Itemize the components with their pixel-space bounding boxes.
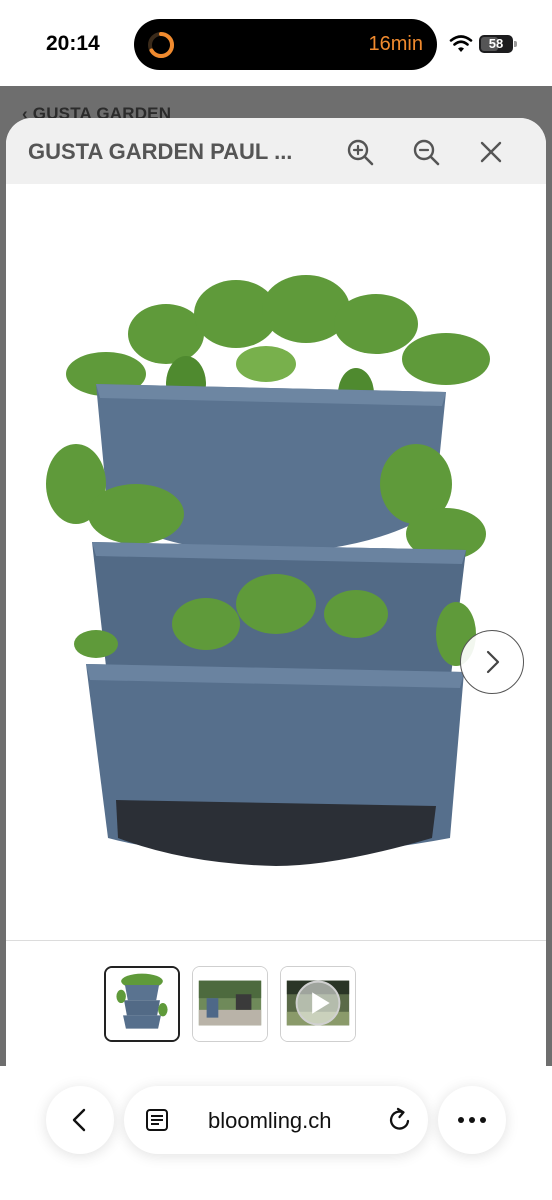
more-button[interactable]: [438, 1086, 506, 1154]
zoom-out-button[interactable]: [406, 132, 446, 172]
reload-icon[interactable]: [386, 1106, 414, 1134]
chevron-right-icon: [486, 650, 500, 674]
battery-level: 58: [488, 36, 504, 51]
activity-timer: 16min: [368, 33, 423, 55]
next-image-button[interactable]: [460, 630, 524, 694]
thumbnail-planter[interactable]: [104, 966, 180, 1042]
garden-scene-thumbnail-image: [193, 967, 267, 1041]
modal-header: GUSTA GARDEN PAUL ...: [6, 118, 546, 184]
zoom-in-icon: [347, 139, 374, 166]
address-bar[interactable]: bloomling.ch: [124, 1086, 428, 1154]
zoom-in-button[interactable]: [340, 132, 380, 172]
reader-mode-icon[interactable]: [144, 1107, 170, 1133]
video-thumbnail-image: [281, 967, 355, 1041]
image-stage[interactable]: [6, 184, 546, 940]
close-button[interactable]: [471, 132, 511, 172]
thumbnail-garden-scene[interactable]: [192, 966, 268, 1042]
battery-icon: 58: [479, 35, 513, 53]
browser-toolbar: bloomling.ch: [0, 1066, 552, 1200]
dynamic-island[interactable]: 16min: [134, 19, 437, 70]
thumbnail-divider: [6, 940, 546, 941]
more-icon: [458, 1117, 486, 1123]
status-time: 20:14: [46, 32, 100, 55]
wifi-icon: [449, 35, 473, 52]
planter-thumbnail-image: [106, 968, 178, 1040]
chevron-left-icon: [72, 1108, 86, 1132]
zoom-out-icon: [413, 139, 440, 166]
battery-tip: [514, 41, 517, 47]
browser-back-button[interactable]: [46, 1086, 114, 1154]
product-image: [46, 275, 490, 866]
image-viewer-modal: GUSTA GARDEN PAUL ...: [6, 118, 546, 1066]
close-icon: [480, 141, 502, 163]
activity-ring-icon: [148, 31, 174, 58]
thumbnail-video[interactable]: [280, 966, 356, 1042]
url-text: bloomling.ch: [208, 1108, 332, 1133]
status-bar: 20:14 16min 58: [0, 0, 552, 86]
modal-title: GUSTA GARDEN PAUL ...: [28, 139, 293, 164]
